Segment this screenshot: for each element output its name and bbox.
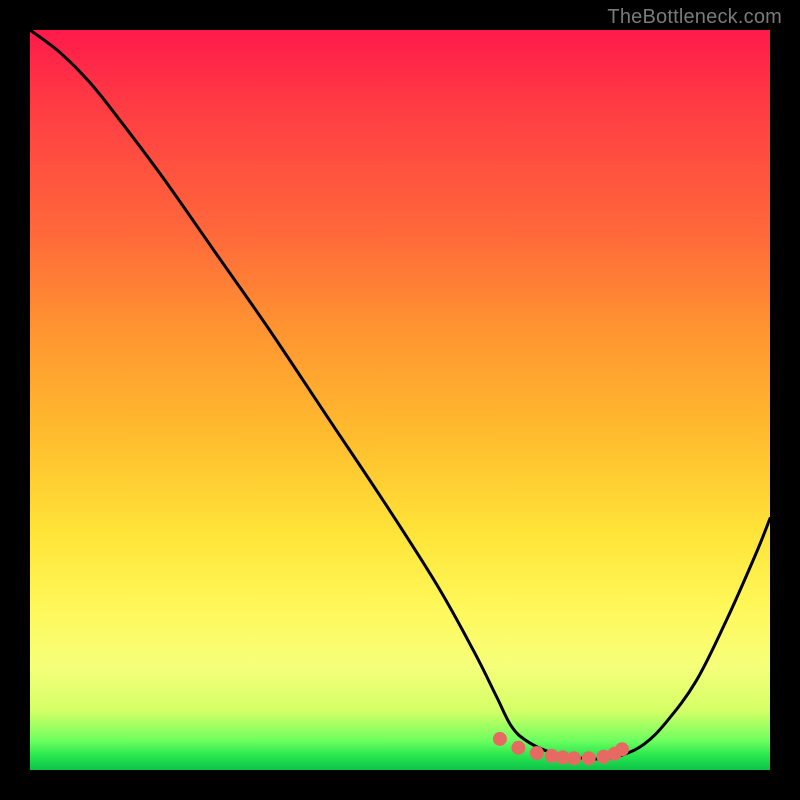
sweet-spot-point [511, 741, 525, 755]
sweet-spot-point [582, 751, 596, 765]
sweet-spot-point [530, 746, 544, 760]
sweet-spot-point [493, 732, 507, 746]
watermark-text: TheBottleneck.com [607, 6, 782, 29]
plot-area [30, 30, 770, 770]
chart-svg [30, 30, 770, 770]
bottleneck-curve [30, 30, 770, 759]
sweet-spot-markers [493, 732, 629, 765]
sweet-spot-point [615, 742, 629, 756]
sweet-spot-point [567, 751, 581, 765]
chart-frame: TheBottleneck.com [0, 0, 800, 800]
